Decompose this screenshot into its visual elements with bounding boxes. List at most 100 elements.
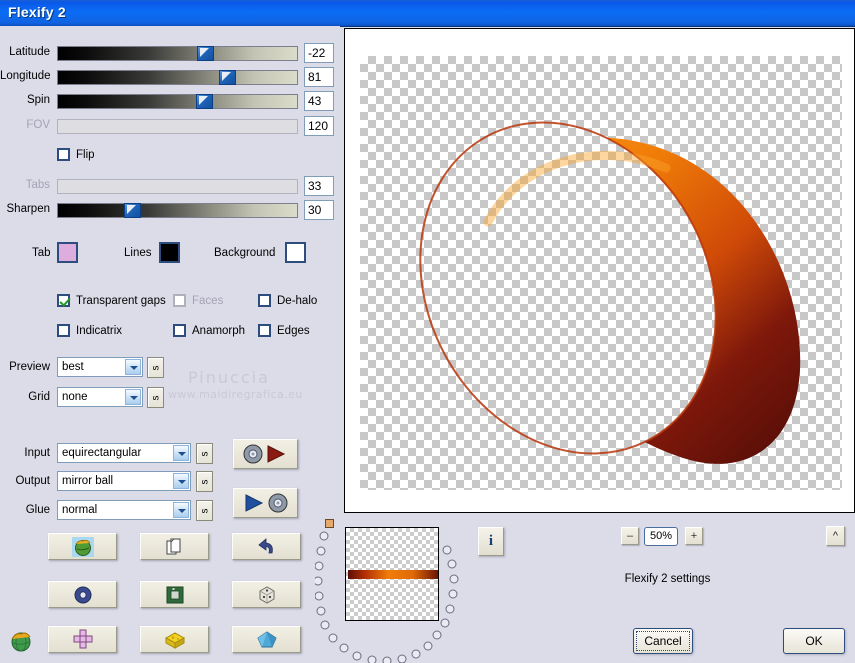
select-glue-value: normal [62,504,98,516]
collapse-panel-button[interactable]: ^ [826,526,845,546]
grid-save-button[interactable]: s [147,387,164,408]
chip-icon [166,586,183,603]
transparent-gaps-label: Transparent gaps [76,294,166,307]
chevron-down-icon[interactable] [125,359,141,375]
slider-spin[interactable] [57,94,298,109]
faces-checkbox-box [173,294,186,307]
select-input[interactable]: equirectangular [57,443,191,463]
label-grid: Grid [28,391,50,403]
watermark-name: Pinuccia [188,368,270,387]
ok-button[interactable]: OK [783,628,845,654]
zoom-level-value[interactable]: 50% [644,527,678,546]
slider-latitude[interactable] [57,46,298,61]
value-fov[interactable]: 120 [304,116,334,136]
pages-icon [166,538,180,554]
checkbox-indicatrix[interactable]: Indicatrix [57,324,122,337]
tab-color-swatch[interactable] [57,242,78,263]
preset-slot-active[interactable] [325,519,334,528]
slider-tabs [57,179,298,194]
edges-label: Edges [277,324,310,337]
cross-net-button[interactable] [48,626,117,653]
chevron-down-icon[interactable] [173,445,189,461]
dice-random-button[interactable] [232,581,301,608]
dice-icon [259,585,274,604]
select-grid-value: none [62,391,88,403]
value-tabs[interactable]: 33 [304,176,334,196]
slider-sharpen-handle[interactable] [124,203,141,218]
indicatrix-checkbox-box[interactable] [57,324,70,337]
cross-net-icon [73,629,92,648]
checkbox-faces: Faces [173,294,223,307]
flip-label: Flip [76,148,95,161]
checkbox-flip[interactable]: Flip [57,148,95,161]
zoom-in-button[interactable]: + [685,527,703,545]
slider-sharpen[interactable] [57,203,298,218]
cheese-cube-button[interactable] [140,626,209,653]
chevron-down-icon[interactable] [125,389,141,405]
label-input: Input [24,447,50,459]
checkbox-transparent-gaps[interactable]: Transparent gaps [57,294,166,307]
label-latitude: Latitude [9,46,50,58]
value-latitude[interactable]: -22 [304,43,334,63]
title-bar: Flexify 2 [0,0,855,27]
preview-save-button[interactable]: s [147,357,164,378]
transparent-gaps-checkbox-box[interactable] [57,294,70,307]
label-glue: Glue [25,504,50,516]
slider-longitude-handle[interactable] [219,70,236,85]
de-halo-checkbox-box[interactable] [258,294,271,307]
focus-ring [636,631,690,651]
globe-photo-icon [71,536,94,557]
info-button[interactable]: i [478,527,504,556]
slider-spin-handle[interactable] [196,94,213,109]
pages-button[interactable] [140,533,209,560]
flip-checkbox-box[interactable] [57,148,70,161]
chevron-down-icon[interactable] [173,473,189,489]
gem-button[interactable] [232,626,301,653]
label-preview: Preview [9,361,50,373]
select-output[interactable]: mirror ball [57,471,191,491]
input-save-button[interactable]: s [196,443,213,464]
select-grid[interactable]: none [57,387,143,407]
anamorph-label: Anamorph [192,324,246,337]
lines-color-swatch[interactable] [159,242,180,263]
select-glue[interactable]: normal [57,500,191,520]
checkbox-anamorph[interactable]: Anamorph [173,324,245,337]
gem-icon [256,630,277,647]
undo-button[interactable] [232,533,301,560]
zoom-out-button[interactable]: – [621,527,639,545]
checkbox-de-halo[interactable]: De-halo [258,294,317,307]
anamorph-checkbox-box[interactable] [173,324,186,337]
glue-save-button[interactable]: s [196,500,213,521]
cancel-button[interactable]: Cancel [633,628,693,654]
output-save-button[interactable]: s [196,471,213,492]
chevron-down-icon[interactable] [173,502,189,518]
background-color-swatch[interactable] [285,242,306,263]
select-preview-value: best [62,361,84,373]
slider-latitude-handle[interactable] [197,46,214,61]
label-output: Output [15,475,50,487]
edges-checkbox-box[interactable] [258,324,271,337]
value-sharpen[interactable]: 30 [304,200,334,220]
undo-arrow-icon [257,537,273,553]
label-sharpen: Sharpen [6,203,50,215]
disc-arrow-icon [243,444,285,464]
load-input-preset-button[interactable] [233,439,298,469]
label-longitude: Longitude [0,70,51,82]
save-output-preset-button[interactable] [233,488,298,518]
value-longitude[interactable]: 81 [304,67,334,87]
label-lines-color: Lines [124,247,152,259]
faces-label: Faces [192,294,224,307]
preset-slot-ring[interactable] [315,528,490,663]
globe-photo-button[interactable] [48,533,117,560]
select-preview[interactable]: best [57,357,143,377]
value-spin[interactable]: 43 [304,91,334,111]
de-halo-label: De-halo [277,294,318,307]
preview-canvas[interactable] [344,28,855,513]
globe-icon[interactable] [8,627,34,653]
flexify-dialog: Flexify 2 Latitude -22 Longitude 81 Spin… [0,0,855,663]
mirror-ball-ring-render [419,121,801,464]
checkbox-edges[interactable]: Edges [258,324,310,337]
torus-button[interactable] [48,581,117,608]
slider-longitude[interactable] [57,70,298,85]
chip-button[interactable] [140,581,209,608]
